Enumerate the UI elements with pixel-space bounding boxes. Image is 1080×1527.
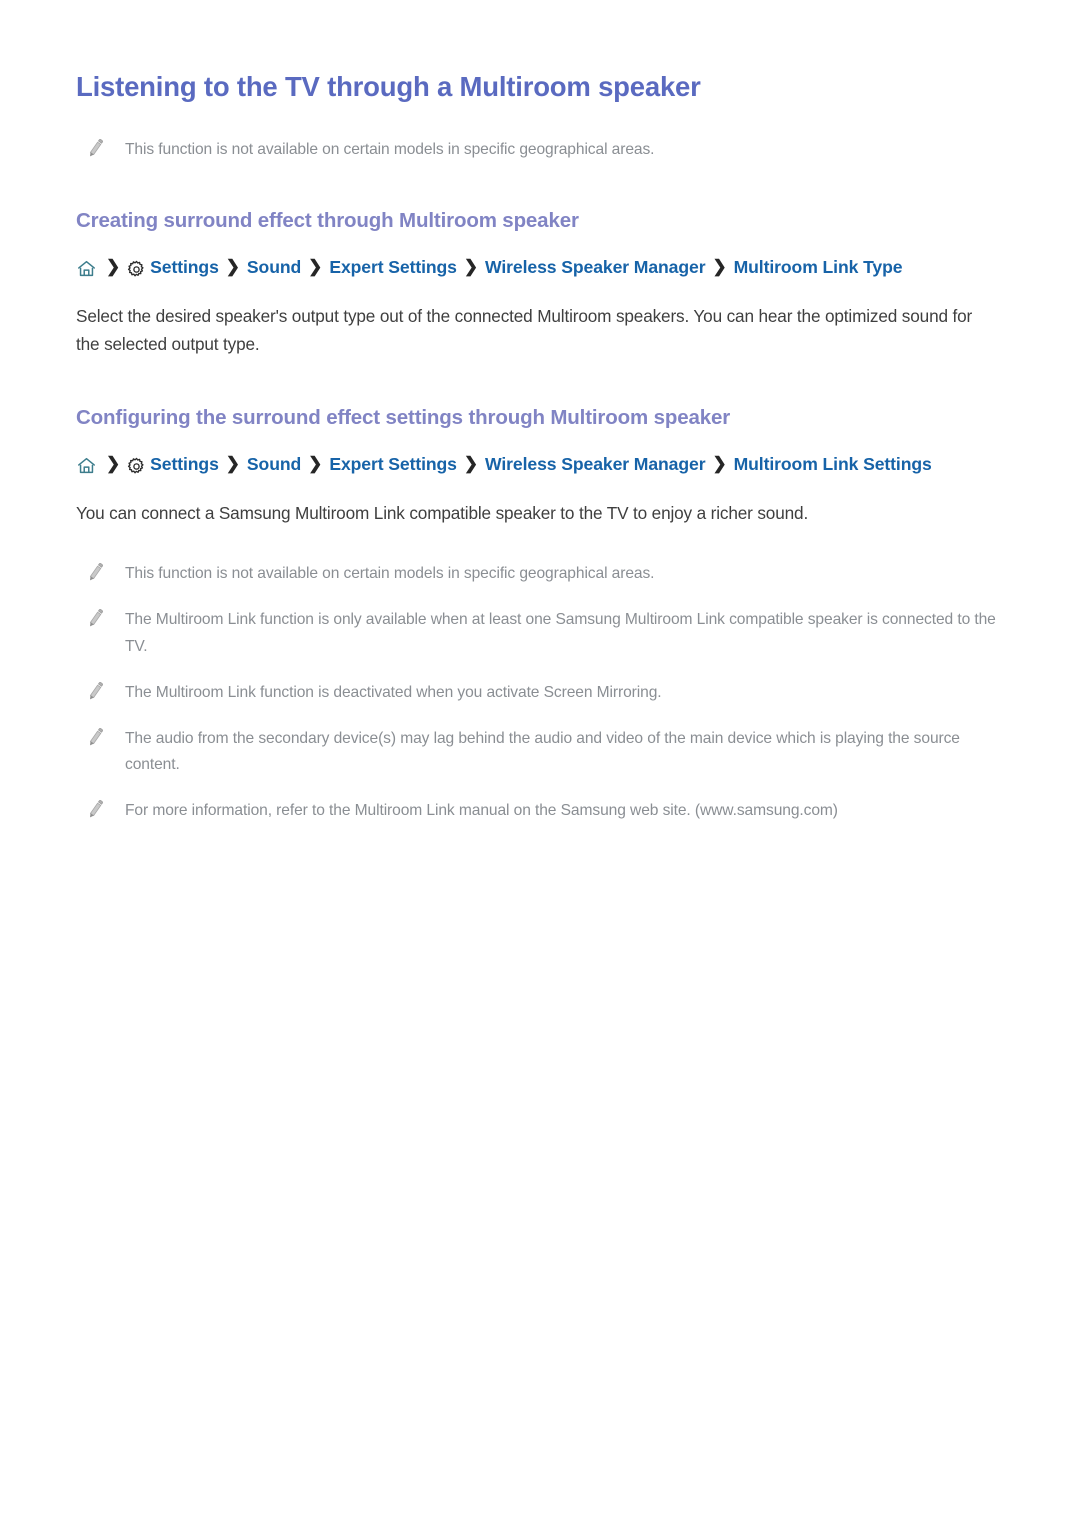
note-item: For more information, refer to the Multi…	[76, 798, 1004, 825]
breadcrumb-item-wireless-speaker-manager[interactable]: Wireless Speaker Manager	[485, 452, 706, 477]
note-text: This function is not available on certai…	[125, 141, 655, 159]
pencil-icon	[85, 727, 107, 750]
note-text: This function is not available on certai…	[125, 565, 655, 583]
note-item: This function is not available on certai…	[76, 137, 1004, 164]
breadcrumb-item-sound[interactable]: Sound	[247, 452, 301, 477]
breadcrumb-separator-icon: ❯	[106, 454, 121, 474]
document-page: Listening to the TV through a Multiroom …	[0, 0, 1080, 1527]
note-item: The Multiroom Link function is only avai…	[76, 607, 1004, 661]
breadcrumb-separator-icon: ❯	[712, 454, 727, 474]
note-item: The Multiroom Link function is deactivat…	[76, 680, 1004, 707]
pencil-icon	[85, 800, 107, 822]
breadcrumb-separator-icon: ❯	[712, 257, 727, 277]
pencil-icon	[85, 563, 107, 585]
breadcrumb-item-expert-settings[interactable]: Expert Settings	[329, 255, 457, 280]
breadcrumb-separator-icon: ❯	[225, 454, 240, 474]
breadcrumb-separator-icon: ❯	[225, 257, 240, 277]
home-icon[interactable]	[76, 455, 97, 476]
note-text: The Multiroom Link function is only avai…	[125, 611, 996, 655]
pencil-icon	[85, 681, 107, 704]
breadcrumb-item-multiroom-link-type[interactable]: Multiroom Link Type	[734, 255, 903, 280]
breadcrumb-separator-icon: ❯	[463, 454, 479, 474]
section-body-text: Select the desired speaker's output type…	[76, 306, 973, 355]
breadcrumb-item-multiroom-link-settings[interactable]: Multiroom Link Settings	[734, 452, 932, 477]
breadcrumb-item-expert-settings[interactable]: Expert Settings	[329, 452, 457, 477]
document-content: Listening to the TV through a Multiroom …	[0, 0, 1080, 825]
note-item: The audio from the secondary device(s) m…	[76, 726, 1004, 780]
section-heading-creating-surround-effect: Creating surround effect through Multiro…	[76, 209, 579, 233]
home-icon[interactable]	[76, 258, 97, 279]
breadcrumb-item-wireless-speaker-manager[interactable]: Wireless Speaker Manager	[485, 255, 706, 280]
intro-note-list: This function is not available on certai…	[76, 104, 1004, 164]
note-text: The audio from the secondary device(s) m…	[125, 729, 960, 774]
section-note-list: This function is not available on certai…	[76, 528, 1004, 825]
gear-icon[interactable]	[127, 260, 146, 279]
breadcrumb: ❯ Settings ❯ Sound ❯ Expert Settings ❯ W…	[76, 432, 1004, 477]
breadcrumb-separator-icon: ❯	[308, 454, 323, 474]
breadcrumb-item-settings[interactable]: Settings	[150, 452, 219, 477]
note-text: For more information, refer to the Multi…	[125, 802, 838, 820]
breadcrumb-item-sound[interactable]: Sound	[247, 255, 301, 280]
pencil-icon	[85, 139, 107, 161]
gear-icon[interactable]	[127, 457, 146, 476]
breadcrumb-item-settings[interactable]: Settings	[150, 255, 219, 280]
note-item: This function is not available on certai…	[76, 561, 1004, 588]
breadcrumb: ❯ Settings ❯ Sound ❯ Expert Settings ❯ W…	[76, 235, 1004, 280]
breadcrumb-separator-icon: ❯	[463, 257, 479, 277]
note-text: The Multiroom Link function is deactivat…	[125, 683, 662, 701]
pencil-icon	[85, 609, 107, 631]
breadcrumb-separator-icon: ❯	[106, 257, 121, 277]
section-body-text: You can connect a Samsung Multiroom Link…	[76, 503, 809, 524]
section-heading-configuring-surround-effect-settings: Configuring the surround effect settings…	[76, 406, 731, 430]
page-title: Listening to the TV through a Multiroom …	[76, 71, 701, 102]
breadcrumb-separator-icon: ❯	[308, 257, 323, 277]
